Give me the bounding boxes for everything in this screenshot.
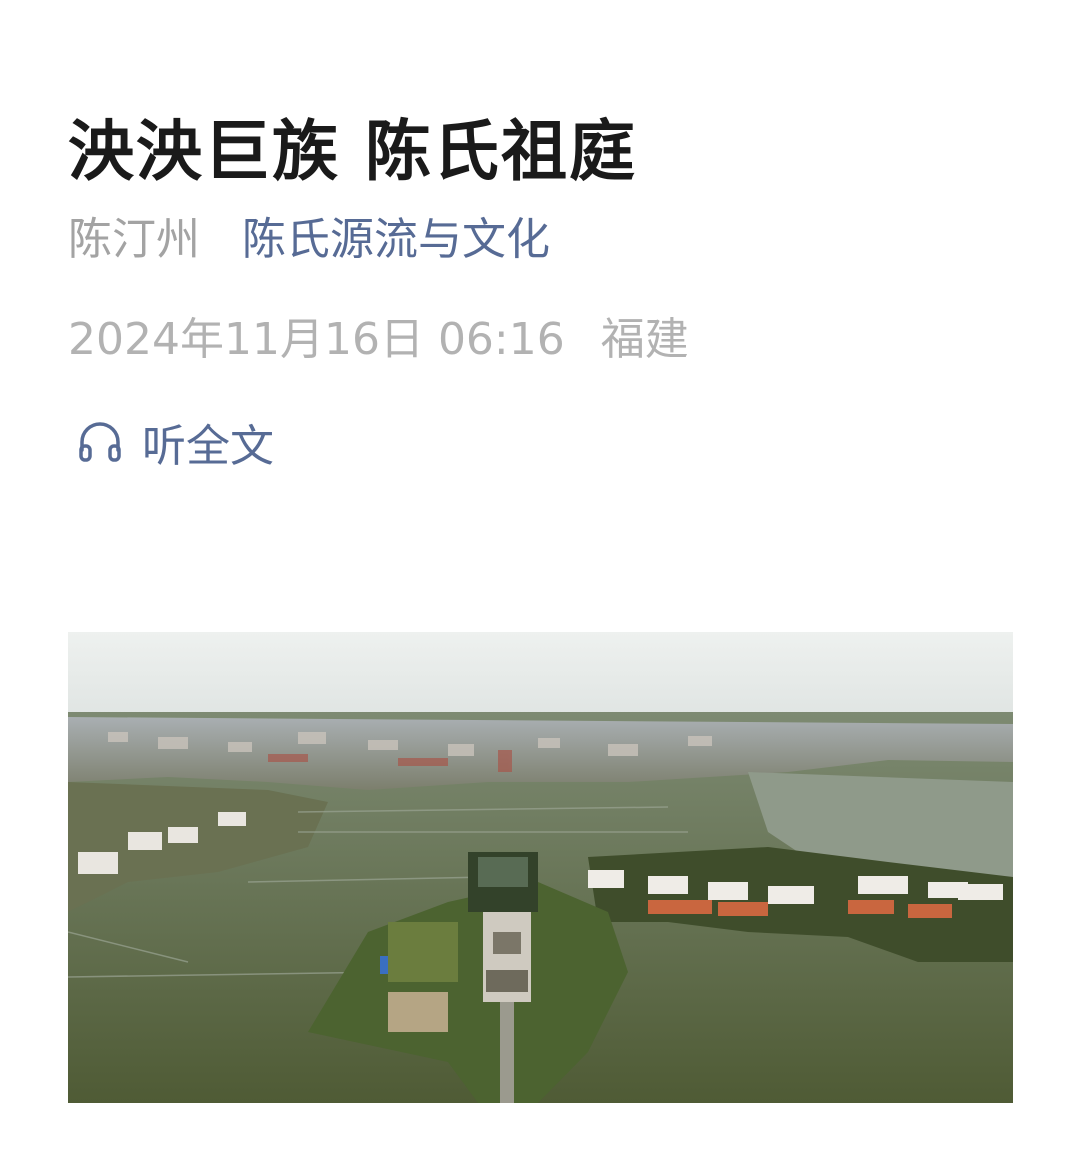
publish-date: 2024年11月16日 06:16 [68, 314, 565, 365]
account-name-link[interactable]: 陈氏源流与文化 [242, 214, 550, 265]
headphone-icon [79, 422, 121, 462]
article-meta: 陈汀州 陈氏源流与文化 [68, 210, 550, 270]
article-hero-image[interactable] [68, 632, 1013, 1103]
author-name: 陈汀州 [68, 214, 200, 265]
publish-info: 2024年11月16日 06:16 福建 [68, 310, 689, 370]
listen-label: 听全文 [142, 421, 274, 472]
article-title: 泱泱巨族 陈氏祖庭 [68, 113, 637, 191]
aerial-photo [68, 632, 1013, 1103]
publish-region: 福建 [600, 314, 689, 365]
listen-full-text-button[interactable]: 听全文 [76, 412, 274, 472]
